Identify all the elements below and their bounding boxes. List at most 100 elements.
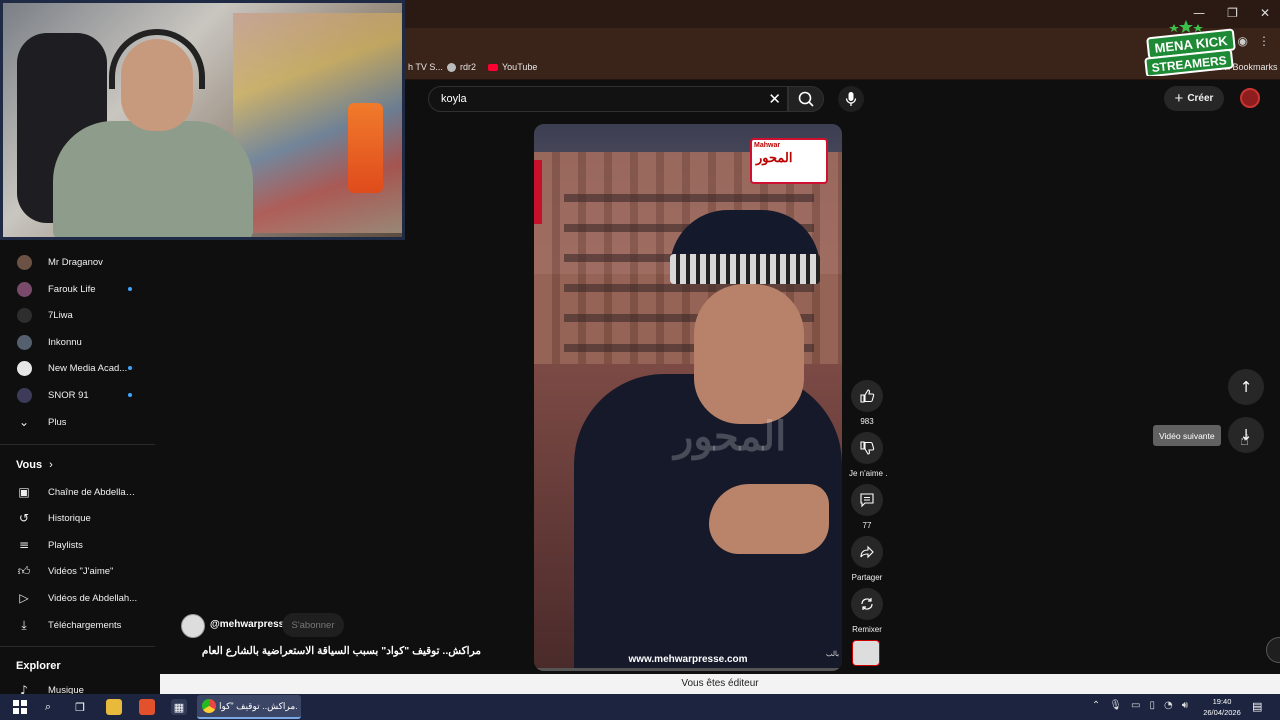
sidebar-section-explore: Explorer [16,660,61,672]
logo-small-text: Mahwar [754,142,781,149]
clear-search-icon[interactable]: ✕ [768,90,781,108]
sound-thumbnail[interactable] [852,640,880,666]
officer-face [694,284,804,424]
sidebar-item-label: Plus [48,416,67,428]
sidebar-item-label: 7Liwa [48,309,73,321]
sidebar-item-history[interactable]: ↺ Historique [0,505,155,531]
voice-search-button[interactable] [838,86,864,112]
channel-avatar [17,307,32,323]
sidebar-item-7liwa[interactable]: 7Liwa [0,302,155,328]
file-explorer-icon[interactable] [106,699,122,715]
remix-action[interactable]: Remixer [849,588,885,634]
search-input[interactable]: koyla ✕ [428,86,788,112]
hand-cursor-icon: ☝ [1240,431,1250,449]
new-content-dot [128,393,132,397]
create-button[interactable]: + Créer [1164,86,1224,111]
section-title: Explorer [16,660,61,672]
microphone-icon [845,92,857,106]
channel-avatar[interactable] [181,614,205,638]
side-panel-tab[interactable] [1266,637,1280,663]
battery-icon[interactable]: ▯ [1149,700,1155,711]
bookmark-item[interactable]: h TV S... [408,62,443,72]
microphone-icon[interactable]: 🎙︎ [1109,700,1122,711]
remix-button[interactable] [851,588,883,620]
store-icon[interactable]: ▦ [171,699,187,715]
short-title[interactable]: مراكش.. توقيف "كواد" بسبب السياقة الاستع… [181,645,481,657]
display-icon[interactable]: ▭ [1131,700,1140,711]
lava-lamp [348,103,383,193]
comments-button[interactable] [851,484,883,516]
extension-icon[interactable]: ◉ [1238,34,1248,48]
sidebar-item-mr-draganov[interactable]: Mr Draganov [0,249,155,275]
download-icon: ⤓ [21,617,27,632]
bookmark-label: rdr2 [460,62,477,72]
account-avatar[interactable] [1240,88,1260,108]
sidebar-item-channel[interactable]: ▣ Chaîne de Abdellah... [0,479,155,505]
comment-count: 77 [862,521,872,530]
taskbar-active-window[interactable]: مراكش.. توقيف "كوا... [197,695,301,719]
wifi-icon[interactable]: ◔ [1164,700,1173,711]
previous-video-button[interactable]: ↑ [1228,369,1264,405]
search-icon [798,91,814,107]
sidebar-item-liked-videos[interactable]: 👍︎ Vidéos "J'aime" [0,558,155,584]
officer-cap-band [670,254,820,284]
browser-menu-icon[interactable]: ⋮ [1258,34,1270,48]
stream-logo-overlay: MENA KICK STREAMERS [1142,18,1238,78]
share-label: Partager [851,573,883,582]
sidebar-item-more[interactable]: ⌄ Plus [0,409,155,435]
clock-time: 19:40 [1212,697,1232,706]
sidebar-item-snor-91[interactable]: SNOR 91 [0,382,155,408]
bookmark-item[interactable]: rdr2 [447,62,476,72]
video-progress-bar[interactable] [534,668,842,671]
sidebar-section-you[interactable]: Vous › [16,459,53,471]
sidebar-item-downloads[interactable]: ⤓ Téléchargements [0,612,155,638]
officer-hand [709,484,829,554]
remix-icon [861,598,873,610]
bookmark-label: YouTube [502,62,538,72]
channel-avatar [17,360,32,376]
channel-avatar [17,387,32,403]
screen: — ❐ ✕ ⚐ ⇩ ☆ ◉ ⋮ h TV S... rdr2 YouTube A… [0,0,1280,720]
like-action[interactable]: 983 [849,380,885,426]
search-icon[interactable]: ⌕ [40,699,56,715]
remix-label: Remixer [852,625,882,634]
clock-date: 26/04/2026 [1203,708,1241,717]
thumbs-up-icon [860,389,875,403]
close-window-button[interactable]: ✕ [1260,6,1270,20]
like-button[interactable] [851,380,883,412]
sidebar-item-label: New Media Acad... [48,362,128,374]
dislike-action[interactable]: Je n'aime . [849,432,887,478]
sidebar-item-label: Mr Draganov [48,256,103,268]
subscribe-button[interactable]: S'abonner [282,613,344,637]
sidebar-item-playlists[interactable]: ≡ Playlists [0,532,155,558]
windows-taskbar: ⌕ ❐ ▦ مراكش.. توقيف "كوا... ⌃ 🎙︎ ▭ ▯ ◔ 🔊… [0,694,1280,720]
notification-icon[interactable]: ▤ [1252,700,1262,713]
active-window-title: مراكش.. توقيف "كوا... [219,701,297,711]
channel-name[interactable]: @mehwarpress [210,619,284,630]
share-button[interactable] [851,536,883,568]
share-action[interactable]: Partager [849,536,885,582]
sidebar-item-label: Chaîne de Abdellah... [48,486,138,498]
system-tray: ⌃ 🎙︎ ▭ ▯ ◔ 🔊︎ [1092,700,1188,711]
brave-icon[interactable] [139,699,155,715]
sidebar-item-label: Vidéos "J'aime" [48,565,114,577]
dislike-button[interactable] [851,432,883,464]
bookmark-item[interactable]: YouTube [488,62,537,72]
sidebar-item-inkonnu[interactable]: Inkonnu [0,329,155,355]
comments-action[interactable]: 77 [849,484,885,530]
task-view-icon[interactable]: ❐ [72,699,88,715]
sidebar-item-new-media-academy[interactable]: New Media Acad... [0,355,155,381]
sidebar: Mr Draganov Farouk Life 7Liwa Inkonnu Ne… [0,240,155,697]
sidebar-item-your-videos[interactable]: ▷ Vidéos de Abdellah... [0,585,155,611]
search-button[interactable] [788,86,824,112]
windows-start-icon[interactable] [12,699,28,715]
share-icon [860,545,874,559]
sidebar-item-farouk-life[interactable]: Farouk Life [0,276,155,302]
volume-icon[interactable]: 🔊︎ [1182,700,1188,711]
short-video-player[interactable]: المحور المحور Mahwar www.mehwarpresse.co… [534,124,842,671]
chrome-icon [202,699,216,713]
taskbar-clock[interactable]: 19:40 26/04/2026 [1200,696,1244,718]
sidebar-item-label: Inkonnu [48,336,82,348]
plus-icon: + [1174,90,1184,107]
chevron-up-icon[interactable]: ⌃ [1092,700,1100,711]
